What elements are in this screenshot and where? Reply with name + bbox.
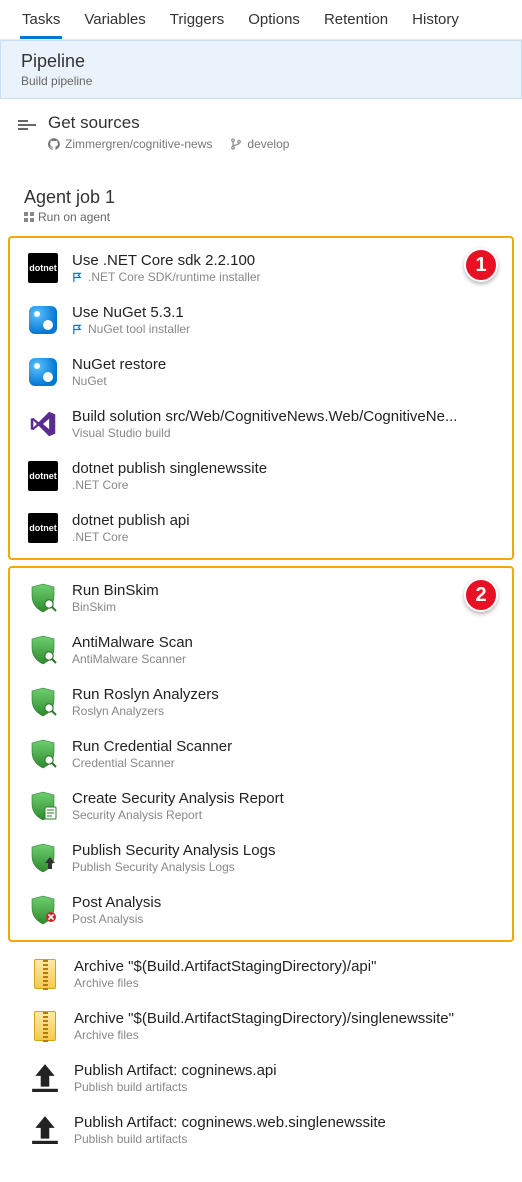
task-item[interactable]: Run Credential ScannerCredential Scanner: [14, 728, 508, 780]
task-item[interactable]: Build solution src/Web/CognitiveNews.Web…: [14, 398, 508, 450]
dotnet-icon: dotnet: [28, 513, 58, 543]
github-icon: [48, 138, 60, 150]
shield-report-icon: [29, 791, 57, 821]
shield-up-icon: [29, 843, 57, 873]
tab-triggers[interactable]: Triggers: [168, 1, 226, 39]
task-subtitle: Visual Studio build: [72, 426, 171, 440]
task-item[interactable]: dotnet dotnet publish singlenewssite.NET …: [14, 450, 508, 502]
callout-badge-1: 1: [464, 248, 498, 282]
task-item[interactable]: Run BinSkimBinSkim: [14, 572, 508, 624]
task-list: dotnetUse .NET Core sdk 2.2.100.NET Core…: [14, 242, 508, 554]
task-subtitle: .NET Core SDK/runtime installer: [88, 270, 261, 284]
upload-icon: [32, 1114, 58, 1147]
tab-retention[interactable]: Retention: [322, 1, 390, 39]
task-title: Run Credential Scanner: [72, 738, 498, 755]
nuget-icon: [29, 358, 57, 386]
task-item[interactable]: Publish Security Analysis LogsPublish Se…: [14, 832, 508, 884]
task-subtitle: Roslyn Analyzers: [72, 704, 164, 718]
task-subtitle: BinSkim: [72, 600, 116, 614]
task-subtitle: Archive files: [74, 1028, 139, 1042]
pipeline-header[interactable]: Pipeline Build pipeline: [0, 40, 522, 99]
task-subtitle: NuGet tool installer: [88, 322, 190, 336]
task-list-tail: Archive "$(Build.ArtifactStagingDirector…: [0, 948, 522, 1156]
task-subtitle: Publish build artifacts: [74, 1080, 187, 1094]
dotnet-icon: dotnet: [28, 461, 58, 491]
task-subtitle: .NET Core: [72, 478, 128, 492]
tab-history[interactable]: History: [410, 1, 461, 39]
task-title: NuGet restore: [72, 356, 498, 373]
task-subtitle: Publish Security Analysis Logs: [72, 860, 235, 874]
agent-job-subtitle: Run on agent: [24, 210, 498, 224]
task-subtitle: Credential Scanner: [72, 756, 175, 770]
task-item[interactable]: Post AnalysisPost Analysis: [14, 884, 508, 936]
task-subtitle: NuGet: [72, 374, 107, 388]
task-title: Run Roslyn Analyzers: [72, 686, 498, 703]
archive-icon: [34, 959, 56, 989]
archive-icon: [34, 1011, 56, 1041]
sources-repo: Zimmergren/cognitive-news: [48, 137, 212, 151]
tabs-bar: Tasks Variables Triggers Options Retenti…: [0, 0, 522, 40]
get-sources[interactable]: Get sources Zimmergren/cognitive-news de…: [0, 99, 522, 157]
shield-x-icon: [29, 895, 57, 925]
task-title: Archive "$(Build.ArtifactStagingDirector…: [74, 958, 504, 975]
sources-branch: develop: [230, 137, 289, 151]
task-title: Publish Security Analysis Logs: [72, 842, 498, 859]
shield-search-icon: [29, 635, 57, 665]
task-title: Post Analysis: [72, 894, 498, 911]
task-title: dotnet publish singlenewssite: [72, 460, 498, 477]
visual-studio-icon: [29, 410, 57, 438]
flag-icon: [72, 324, 83, 335]
task-title: Build solution src/Web/CognitiveNews.Web…: [72, 408, 498, 425]
task-title: dotnet publish api: [72, 512, 498, 529]
task-item[interactable]: AntiMalware ScanAntiMalware Scanner: [14, 624, 508, 676]
agent-job-header[interactable]: Agent job 1 Run on agent: [0, 157, 522, 230]
task-item[interactable]: Run Roslyn AnalyzersRoslyn Analyzers: [14, 676, 508, 728]
dotnet-icon: dotnet: [28, 253, 58, 283]
task-list: Run BinSkimBinSkimAntiMalware ScanAntiMa…: [14, 572, 508, 936]
task-subtitle: Publish build artifacts: [74, 1132, 187, 1146]
task-title: Create Security Analysis Report: [72, 790, 498, 807]
task-title: Run BinSkim: [72, 582, 498, 599]
task-subtitle: Post Analysis: [72, 912, 143, 926]
task-title: Publish Artifact: cogninews.web.singlene…: [74, 1114, 504, 1131]
tab-options[interactable]: Options: [246, 1, 302, 39]
pipeline-title: Pipeline: [21, 51, 501, 72]
task-item[interactable]: Publish Artifact: cogninews.apiPublish b…: [0, 1052, 522, 1104]
branch-icon: [230, 138, 242, 150]
task-subtitle: Archive files: [74, 976, 139, 990]
tab-tasks[interactable]: Tasks: [20, 1, 62, 39]
task-subtitle: Security Analysis Report: [72, 808, 202, 822]
task-item[interactable]: Publish Artifact: cogninews.web.singlene…: [0, 1104, 522, 1156]
flag-icon: [72, 272, 83, 283]
upload-icon: [32, 1062, 58, 1095]
task-title: AntiMalware Scan: [72, 634, 498, 651]
shield-search-icon: [29, 687, 57, 717]
task-group-2: 2 Run BinSkimBinSkimAntiMalware ScanAnti…: [8, 566, 514, 942]
task-title: Use .NET Core sdk 2.2.100: [72, 252, 498, 269]
sources-icon: [18, 116, 36, 134]
agent-job-title: Agent job 1: [24, 187, 498, 208]
shield-search-icon: [29, 739, 57, 769]
nuget-icon: [29, 306, 57, 334]
task-title: Publish Artifact: cogninews.api: [74, 1062, 504, 1079]
task-subtitle: .NET Core: [72, 530, 128, 544]
callout-badge-2: 2: [464, 578, 498, 612]
task-item[interactable]: Use NuGet 5.3.1NuGet tool installer: [14, 294, 508, 346]
task-item[interactable]: NuGet restoreNuGet: [14, 346, 508, 398]
task-item[interactable]: dotnet dotnet publish api.NET Core: [14, 502, 508, 554]
task-subtitle: AntiMalware Scanner: [72, 652, 186, 666]
pipeline-subtitle: Build pipeline: [21, 74, 501, 88]
task-item[interactable]: Archive "$(Build.ArtifactStagingDirector…: [0, 1000, 522, 1052]
sources-title: Get sources: [48, 113, 289, 133]
task-title: Archive "$(Build.ArtifactStagingDirector…: [74, 1010, 504, 1027]
grid-icon: [24, 212, 34, 222]
task-item[interactable]: dotnet Use .NET Core sdk 2.2.100.NET Core…: [14, 242, 508, 294]
tab-variables[interactable]: Variables: [82, 1, 147, 39]
task-item[interactable]: Create Security Analysis ReportSecurity …: [14, 780, 508, 832]
task-title: Use NuGet 5.3.1: [72, 304, 498, 321]
task-item[interactable]: Archive "$(Build.ArtifactStagingDirector…: [0, 948, 522, 1000]
task-group-1: 1 dotnetUse .NET Core sdk 2.2.100.NET Co…: [8, 236, 514, 560]
shield-search-icon: [29, 583, 57, 613]
